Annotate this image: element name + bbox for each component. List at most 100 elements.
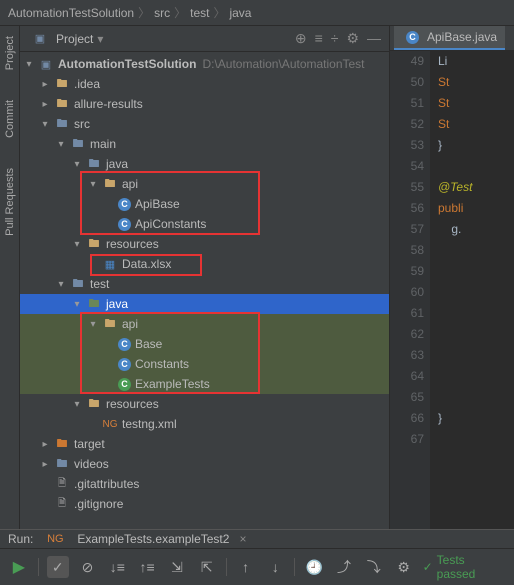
import-icon[interactable]: ⤴ [333, 556, 355, 578]
gutter: 49505152535455565758596061626364656667 [390, 51, 430, 529]
run-tab-name[interactable]: ExampleTests.exampleTest2 [77, 532, 229, 546]
gear-icon[interactable]: ⚙ [346, 30, 359, 47]
tree-exampletests[interactable]: C ExampleTests [20, 374, 389, 394]
breadcrumb-root[interactable]: AutomationTestSolution [8, 6, 134, 20]
tree-label: Base [135, 337, 162, 351]
code-line [438, 156, 514, 177]
chevron-right-icon: 〉 [213, 4, 225, 21]
tree-gitignore[interactable]: 🗎 .gitignore [20, 494, 389, 514]
panel-title[interactable]: Project [56, 32, 93, 46]
tree-testng[interactable]: NG testng.xml [20, 414, 389, 434]
tree-main-resources[interactable]: ▾ 🖿 resources [20, 234, 389, 254]
expand-all-icon[interactable]: ≡ [315, 30, 323, 47]
export-icon[interactable]: ⤵ [363, 556, 385, 578]
code-line [438, 387, 514, 408]
code-line: publi [438, 198, 514, 219]
tree-gitattributes[interactable]: 🗎 .gitattributes [20, 474, 389, 494]
tree-videos[interactable]: ▸ 🖿 videos [20, 454, 389, 474]
close-icon[interactable]: × [239, 532, 246, 546]
arrow-down-icon: ▾ [88, 319, 98, 330]
arrow-down-icon: ▾ [72, 299, 82, 310]
tree-test-api[interactable]: ▾ 🖿 api [20, 314, 389, 334]
testng-icon: NG [47, 532, 63, 546]
tree-label: AutomationTestSolution [58, 57, 196, 71]
tree-apibase[interactable]: C ApiBase [20, 194, 389, 214]
tree-label: resources [106, 237, 159, 251]
arrow-down-icon: ▾ [40, 119, 50, 130]
breadcrumb-java[interactable]: java [229, 6, 251, 20]
tab-project[interactable]: Project [4, 36, 16, 70]
editor-area: C ApiBase.java 4950515253545556575859606… [390, 26, 514, 529]
arrow-down-icon: ▾ [72, 239, 82, 250]
tree-root[interactable]: ▾ ▣ AutomationTestSolution D:\Automation… [20, 54, 389, 74]
module-icon: ▣ [38, 57, 54, 71]
tree-label: java [106, 157, 128, 171]
project-tree: ▾ ▣ AutomationTestSolution D:\Automation… [20, 52, 389, 516]
show-passed-icon[interactable]: ✓ [47, 556, 69, 578]
package-icon: 🖿 [102, 317, 118, 331]
arrow-right-icon: ▸ [40, 99, 50, 110]
tree-label: ExampleTests [135, 377, 210, 391]
tree-main-java[interactable]: ▾ 🖿 java [20, 154, 389, 174]
prev-icon[interactable]: ↑ [235, 556, 257, 578]
tab-pull-requests[interactable]: Pull Requests [4, 168, 16, 236]
tree-base[interactable]: C Base [20, 334, 389, 354]
tree-test-resources[interactable]: ▾ 🖿 resources [20, 394, 389, 414]
collapse-icon[interactable]: ⇱ [196, 556, 218, 578]
tree-constants[interactable]: C Constants [20, 354, 389, 374]
settings-icon[interactable]: ⚙ [393, 556, 415, 578]
tree-label: ApiConstants [135, 217, 206, 231]
run-button[interactable]: ▶ [8, 556, 30, 578]
tree-main[interactable]: ▾ 🖿 main [20, 134, 389, 154]
code-line: St [438, 72, 514, 93]
tree-test[interactable]: ▾ 🖿 test [20, 274, 389, 294]
code-line [438, 261, 514, 282]
sort-icon-2[interactable]: ↑≡ [136, 556, 158, 578]
tree-test-java[interactable]: ▾ 🖿 java [20, 294, 389, 314]
tree-src[interactable]: ▾ 🖿 src [20, 114, 389, 134]
history-icon[interactable]: 🕘 [303, 556, 325, 578]
tree-label: ApiBase [135, 197, 180, 211]
hide-icon[interactable]: — [367, 30, 381, 47]
tree-label: target [74, 437, 105, 451]
collapse-all-icon[interactable]: ÷ [331, 30, 339, 47]
tree-idea[interactable]: ▸ 🖿 .idea [20, 74, 389, 94]
tree-path: D:\Automation\AutomationTest [202, 57, 364, 71]
tree-data-xlsx[interactable]: ▦ Data.xlsx [20, 254, 389, 274]
arrow-right-icon: ▸ [40, 79, 50, 90]
editor-tab-apibase[interactable]: C ApiBase.java [394, 26, 505, 50]
tree-apiconstants[interactable]: C ApiConstants [20, 214, 389, 234]
code-line: St [438, 114, 514, 135]
class-icon: C [118, 358, 131, 371]
tree-allure[interactable]: ▸ 🖿 allure-results [20, 94, 389, 114]
code-line: St [438, 93, 514, 114]
dropdown-arrow-icon[interactable]: ▾ [97, 32, 103, 46]
code-line [438, 366, 514, 387]
next-icon[interactable]: ↓ [264, 556, 286, 578]
resources-folder-icon: 🖿 [86, 237, 102, 251]
code-area[interactable]: Li St St St } @Test publi g. } [430, 51, 514, 529]
arrow-right-icon: ▸ [40, 439, 50, 450]
code-line [438, 282, 514, 303]
tests-passed: ✓ Tests passed [423, 553, 506, 581]
breadcrumb-test[interactable]: test [190, 6, 209, 20]
xml-icon: NG [102, 417, 118, 431]
sort-icon[interactable]: ↓≡ [106, 556, 128, 578]
arrow-down-icon: ▾ [88, 179, 98, 190]
run-tabs: Run: NG ExampleTests.exampleTest2 × [0, 530, 514, 549]
chevron-right-icon: 〉 [174, 4, 186, 21]
show-ignored-icon[interactable]: ⊘ [77, 556, 99, 578]
breadcrumb-src[interactable]: src [154, 6, 170, 20]
tab-commit[interactable]: Commit [4, 100, 16, 138]
divider [38, 558, 39, 576]
select-opened-file-icon[interactable]: ⊕ [295, 30, 307, 47]
tree-label: src [74, 117, 90, 131]
folder-icon: 🖿 [86, 157, 102, 171]
expand-icon[interactable]: ⇲ [166, 556, 188, 578]
tree-main-api[interactable]: ▾ 🖿 api [20, 174, 389, 194]
tree-target[interactable]: ▸ 🖿 target [20, 434, 389, 454]
code-line [438, 345, 514, 366]
tree-label: .gitignore [74, 497, 123, 511]
run-label: Run: [8, 532, 33, 546]
tests-passed-label: Tests passed [437, 553, 506, 581]
